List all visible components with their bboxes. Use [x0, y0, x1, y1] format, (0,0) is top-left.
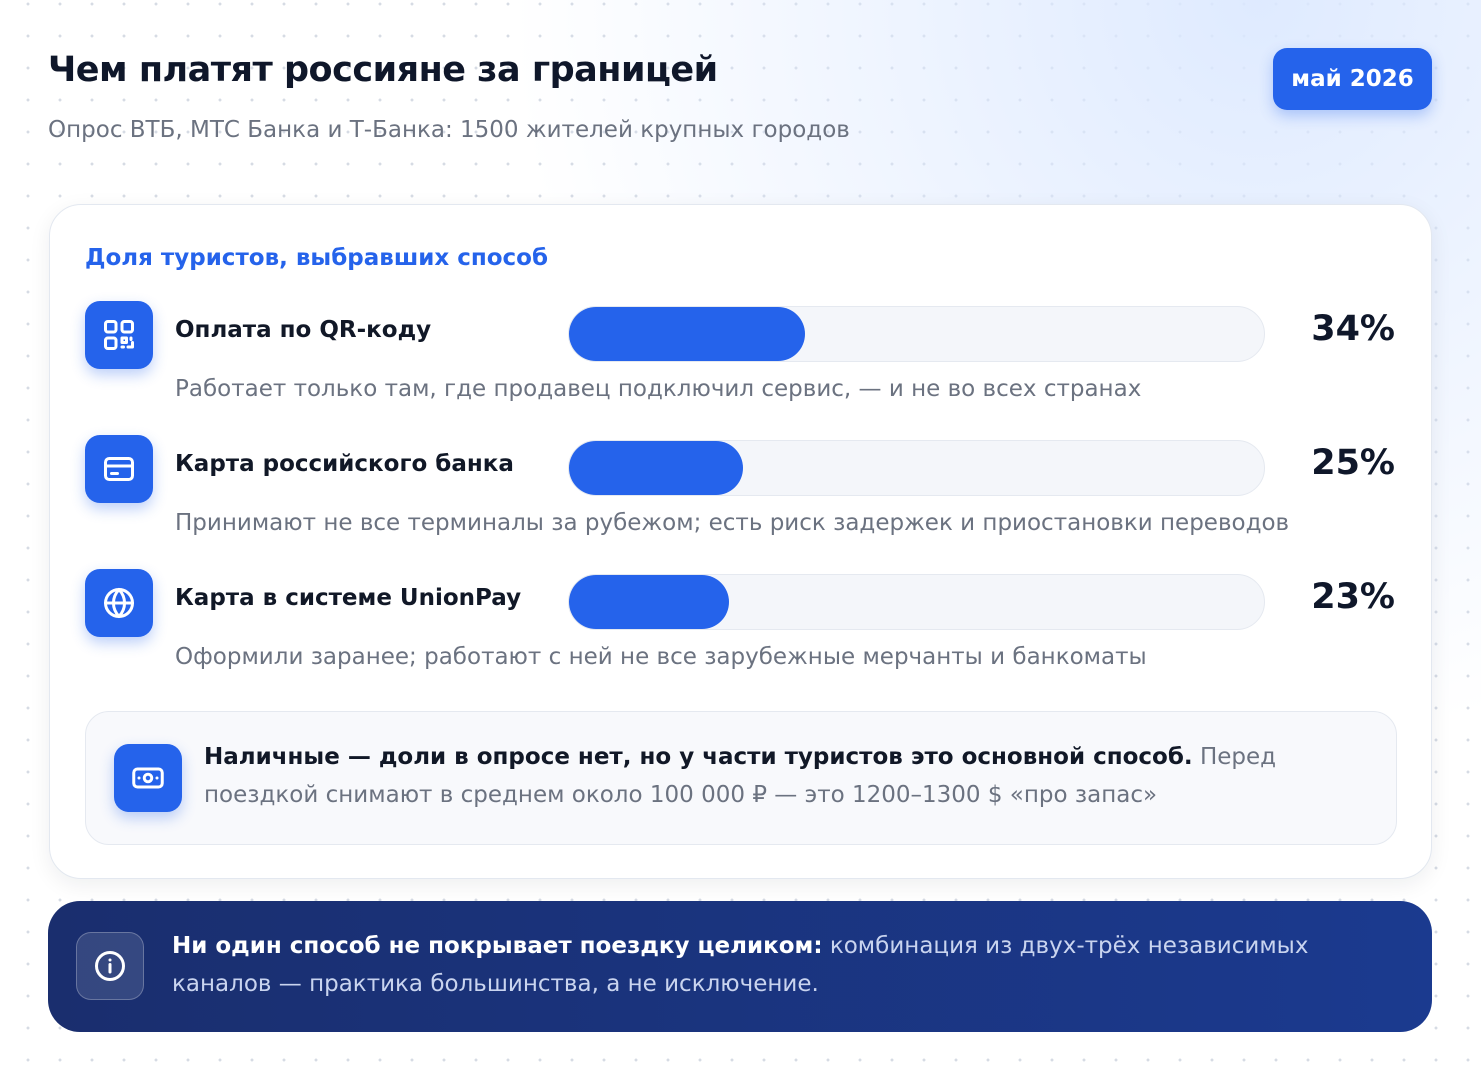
- banner-bold: Ни один способ не покрывает поездку цели…: [172, 933, 823, 959]
- bar-value-label: 34%: [1311, 309, 1395, 349]
- bar-row-russian-card: Карта российского банка 25% Принимают не…: [50, 435, 1431, 545]
- globe-icon: [85, 569, 153, 637]
- cash-note: Наличные — доли в опросе нет, но у части…: [85, 711, 1397, 845]
- bar-row-unionpay: Карта в системе UnionPay 23% Оформили за…: [50, 569, 1431, 679]
- cash-note-bold: Наличные — доли в опросе нет, но у части…: [204, 744, 1193, 770]
- bar-label: Карта российского банка: [175, 451, 514, 477]
- bar-fill: [569, 307, 806, 361]
- qr-code-icon: [85, 301, 153, 369]
- credit-card-icon: [85, 435, 153, 503]
- bar-label: Карта в системе UnionPay: [175, 585, 522, 611]
- bar-description: Принимают не все терминалы за рубежом; е…: [175, 510, 1290, 536]
- banknote-icon: [114, 744, 182, 812]
- bar-fill: [569, 441, 743, 495]
- bar-value-label: 23%: [1311, 577, 1395, 617]
- date-badge: май 2026: [1273, 48, 1432, 110]
- bar-description: Работает только там, где продавец подклю…: [175, 376, 1142, 402]
- bar-row-qr: Оплата по QR-коду 34% Работает только та…: [50, 301, 1431, 411]
- page-subtitle: Опрос ВТБ, МТС Банка и Т-Банка: 1500 жит…: [48, 117, 850, 143]
- info-icon: [76, 932, 144, 1000]
- banner-text: Ни один способ не покрывает поездку цели…: [172, 927, 1372, 1003]
- bar-fill: [569, 575, 729, 629]
- bar-value-label: 25%: [1311, 443, 1395, 483]
- bar-description: Оформили заранее; работают с ней не все …: [175, 644, 1147, 670]
- bar-track: [568, 440, 1265, 496]
- page-title: Чем платят россияне за границей: [48, 50, 718, 90]
- bar-track: [568, 306, 1265, 362]
- cash-note-text: Наличные — доли в опросе нет, но у части…: [204, 738, 1344, 814]
- bar-track: [568, 574, 1265, 630]
- bar-label: Оплата по QR-коду: [175, 317, 432, 343]
- chart-title: Доля туристов, выбравших способ: [85, 245, 549, 271]
- summary-banner: Ни один способ не покрывает поездку цели…: [48, 901, 1432, 1032]
- payment-methods-card: Доля туристов, выбравших способ Оплата п…: [49, 204, 1432, 879]
